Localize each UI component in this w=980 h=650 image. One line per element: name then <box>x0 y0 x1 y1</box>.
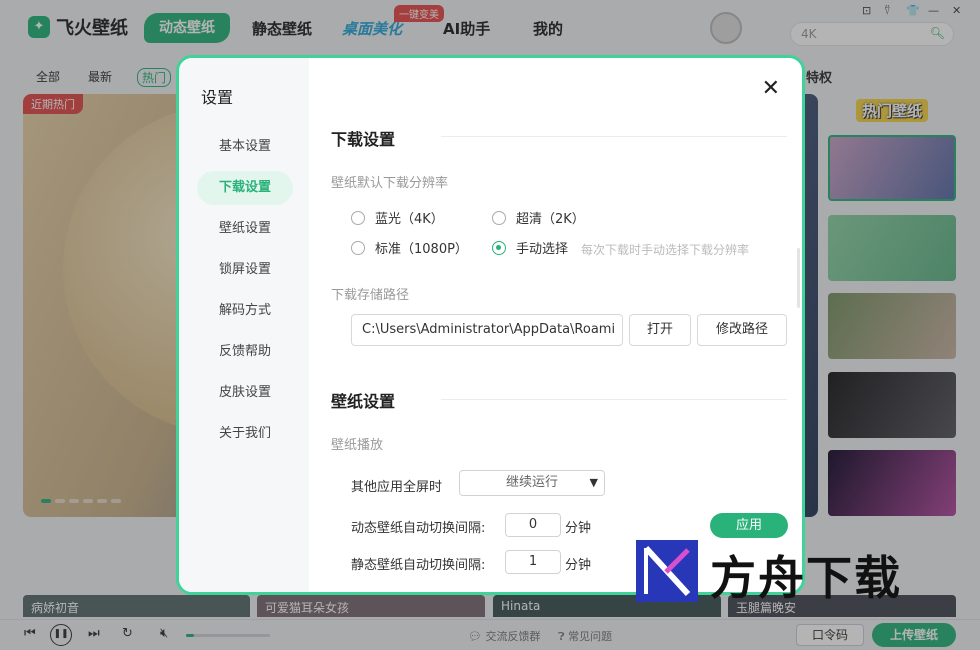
side-lockscreen-settings[interactable]: 锁屏设置 <box>197 253 293 287</box>
watermark: 方舟下载 <box>636 538 936 605</box>
side-feedback-help[interactable]: 反馈帮助 <box>197 335 293 369</box>
radio-indicator <box>492 210 506 225</box>
fullscreen-select[interactable]: 继续运行 ▼ <box>459 470 605 496</box>
watermark-text: 方舟下载 <box>710 551 902 605</box>
resolution-label: 壁纸默认下载分辨率 <box>331 176 449 191</box>
settings-content: 下载设置 壁纸默认下载分辨率 蓝光（4K） 超清（2K） 标准（1080P） 手… <box>309 58 802 592</box>
side-basic-settings[interactable]: 基本设置 <box>197 130 293 164</box>
dialog-title: 设置 <box>201 88 234 107</box>
radio-4k[interactable]: 蓝光（4K） <box>351 208 444 227</box>
apply-button[interactable]: 应用 <box>710 513 788 538</box>
side-download-settings[interactable]: 下载设置 <box>197 171 293 205</box>
chevron-down-icon: ▼ <box>589 476 598 489</box>
section-divider <box>441 399 787 400</box>
unit-label: 分钟 <box>565 521 592 536</box>
side-skin-settings[interactable]: 皮肤设置 <box>197 376 293 410</box>
download-path-field[interactable]: C:\Users\Administrator\AppData\Roami <box>351 314 623 346</box>
dynamic-interval-label: 动态壁纸自动切换间隔: <box>351 521 486 536</box>
side-decode-method[interactable]: 解码方式 <box>197 294 293 328</box>
section-divider <box>441 136 787 137</box>
radio-1080p[interactable]: 标准（1080P） <box>351 238 468 257</box>
path-label: 下载存储路径 <box>331 288 410 303</box>
play-label: 壁纸播放 <box>331 438 384 453</box>
open-folder-button[interactable]: 打开 <box>629 314 691 346</box>
fullscreen-label: 其他应用全屏时 <box>351 480 443 495</box>
scrollbar[interactable] <box>797 248 800 308</box>
radio-indicator <box>351 210 365 225</box>
static-interval-label: 静态壁纸自动切换间隔: <box>351 558 486 573</box>
settings-sidebar: 设置 基本设置 下载设置 壁纸设置 锁屏设置 解码方式 反馈帮助 皮肤设置 关于… <box>179 58 309 592</box>
unit-label: 分钟 <box>565 558 592 573</box>
radio-2k[interactable]: 超清（2K） <box>492 208 585 227</box>
side-about-us[interactable]: 关于我们 <box>197 417 293 451</box>
wallpaper-section-title: 壁纸设置 <box>331 392 396 411</box>
dynamic-interval-input[interactable]: 0 <box>505 513 561 537</box>
watermark-logo-icon <box>636 540 698 602</box>
change-path-button[interactable]: 修改路径 <box>697 314 787 346</box>
radio-indicator <box>351 240 365 255</box>
radio-indicator-checked <box>492 240 506 255</box>
static-interval-input[interactable]: 1 <box>505 550 561 574</box>
settings-dialog: 设置 基本设置 下载设置 壁纸设置 锁屏设置 解码方式 反馈帮助 皮肤设置 关于… <box>176 55 805 595</box>
download-section-title: 下载设置 <box>331 130 396 149</box>
manual-hint: 每次下载时手动选择下载分辨率 <box>581 243 750 257</box>
radio-manual[interactable]: 手动选择 <box>492 238 568 257</box>
side-wallpaper-settings[interactable]: 壁纸设置 <box>197 212 293 246</box>
